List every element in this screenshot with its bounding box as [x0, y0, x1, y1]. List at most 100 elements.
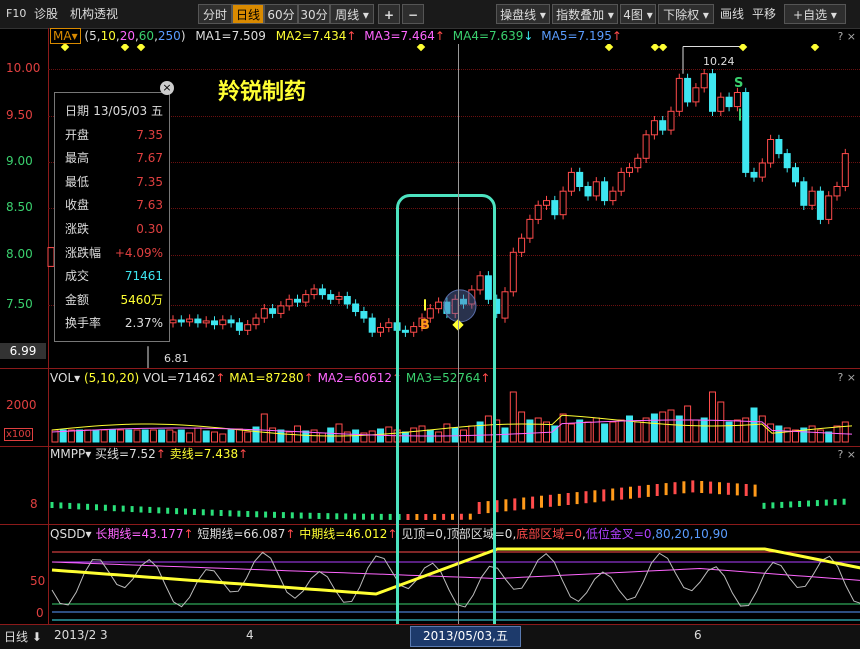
info-value: 7.67	[136, 151, 163, 166]
pan-line-dropdown[interactable]: 操盘线 ▾	[496, 4, 550, 24]
mmpp-name: MMPP	[50, 447, 86, 461]
candle	[518, 237, 526, 253]
zoom-out-button[interactable]: −	[402, 4, 424, 24]
info-key: 涨跌幅	[65, 245, 102, 260]
candle	[584, 186, 592, 197]
signal-diamond-icon	[650, 44, 660, 52]
signal-diamond-icon	[416, 44, 426, 52]
draw-line-button[interactable]: 画线	[720, 4, 744, 24]
volume-bar	[650, 413, 658, 443]
volume-bar	[202, 430, 210, 443]
vol-panel-close-icon[interactable]: ? ×	[837, 371, 856, 384]
chevron-down-icon: ▾	[699, 8, 709, 22]
four-charts-label: 4图	[623, 8, 643, 22]
candle	[385, 322, 393, 328]
mmpp-indicator-selector[interactable]: MMPP▾	[50, 447, 91, 461]
candle	[318, 288, 326, 296]
zoom-in-button[interactable]: +	[378, 4, 400, 24]
info-value: 2.37%	[124, 316, 163, 331]
qsdd-name: QSDD	[50, 527, 86, 541]
volume-bar	[733, 419, 741, 443]
candle	[252, 317, 260, 326]
volume-bar	[725, 421, 733, 443]
volume-bar	[177, 429, 185, 443]
custom-list-dropdown[interactable]: +自选 ▾	[784, 4, 846, 24]
info-row: 最高 7.67	[65, 148, 163, 168]
volume-bar	[133, 429, 141, 443]
tab-weekly-label: 周线	[335, 8, 360, 22]
vol-ma2-value: MA2=60612	[317, 371, 393, 385]
four-charts-dropdown[interactable]: 4图 ▾	[620, 4, 656, 24]
candle	[335, 295, 343, 300]
institution-view-button[interactable]: 机构透视	[70, 4, 118, 24]
candle	[343, 295, 351, 305]
vol-params: (5,10,20)	[84, 371, 140, 385]
tab-intraday[interactable]: 分时	[198, 4, 232, 24]
candle	[302, 294, 310, 303]
candle	[543, 200, 550, 206]
volume-bar	[335, 423, 343, 443]
volume-bar	[700, 417, 708, 443]
vol-ma1-value: MA1=87280	[229, 371, 304, 385]
candle	[352, 303, 360, 313]
mmpp-header: MMPP▾ 买线=7.52↑ 卖线=7.438↑	[50, 446, 248, 462]
tab-weekly[interactable]: 周线 ▾	[330, 4, 374, 24]
time-axis-bar: 日线 ⬇ 2013/2 3 4 2013/05/03,五 6	[0, 624, 860, 649]
candle	[709, 73, 716, 112]
volume-bar	[501, 427, 509, 443]
candle	[202, 320, 210, 324]
candle	[792, 167, 799, 183]
volume-bar	[327, 427, 335, 443]
info-key: 最低	[65, 174, 90, 189]
plus-icon: +	[793, 8, 804, 22]
info-row: 涨跌幅 +4.09%	[65, 243, 163, 263]
volume-bar	[601, 423, 609, 443]
period-selector[interactable]: 日线 ⬇	[4, 628, 42, 645]
qsdd-indicator-selector[interactable]: QSDD▾	[50, 527, 92, 541]
candle	[775, 139, 783, 155]
month-label-3: 3	[100, 628, 108, 642]
qsdd-bottom-zone-value: 底部区域=0	[516, 527, 582, 541]
candle	[501, 291, 509, 319]
ma-indicator-selector[interactable]: MA▾	[50, 28, 81, 44]
signal-diamond-icon	[60, 44, 70, 52]
candle	[833, 186, 841, 197]
candle	[186, 318, 194, 323]
volume-bar	[617, 419, 625, 443]
candle	[534, 204, 542, 220]
volume-bar	[559, 413, 567, 443]
info-value: 13/05/03 五	[93, 104, 163, 118]
tab-30min[interactable]: 30分	[298, 4, 330, 24]
candle	[816, 190, 824, 220]
f10-button[interactable]: F10	[6, 4, 26, 24]
tab-daily[interactable]: 日线	[232, 4, 264, 24]
diagnose-stock-button[interactable]: 诊股	[34, 4, 58, 24]
period-label: 日线	[4, 630, 29, 644]
volume-bar	[667, 409, 675, 443]
candle	[617, 171, 625, 192]
pan-button[interactable]: 平移	[752, 4, 776, 24]
chevron-down-icon: ▾	[827, 8, 837, 22]
candle	[194, 318, 202, 324]
ma4-value: MA4=7.639	[452, 29, 524, 43]
volume-bar	[108, 429, 116, 443]
main-panel-close-icon[interactable]: ? ×	[837, 30, 856, 43]
vol-indicator-selector[interactable]: VOL▾	[50, 371, 80, 385]
mmpp-panel-close-icon[interactable]: ? ×	[837, 448, 856, 461]
info-row: 成交 71461	[65, 266, 163, 286]
signal-diamond-icon	[120, 44, 130, 52]
candle	[377, 327, 384, 333]
volume-bar	[659, 411, 667, 443]
chevron-down-icon: ▾	[642, 8, 653, 22]
volume-bar	[227, 429, 235, 443]
candle	[559, 190, 567, 216]
volume-bar	[194, 427, 202, 443]
close-icon[interactable]: ×	[160, 81, 174, 95]
candle	[526, 218, 534, 239]
info-value: 5460万	[120, 292, 163, 307]
tab-60min[interactable]: 60分	[264, 4, 298, 24]
stock-name: 羚锐制药	[218, 80, 307, 105]
index-overlay-dropdown[interactable]: 指数叠加 ▾	[552, 4, 618, 24]
ex-rights-dropdown[interactable]: 下除权 ▾	[658, 4, 714, 24]
info-value: 0.30	[136, 222, 163, 236]
